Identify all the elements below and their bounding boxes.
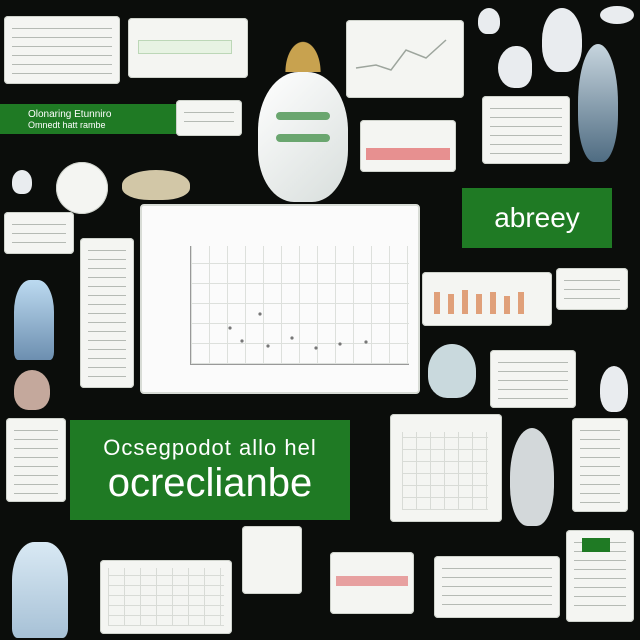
- table-card-bottom-left: [100, 560, 232, 634]
- right-green-banner: abreey: [462, 188, 612, 248]
- text-card-left-col: [80, 238, 134, 388]
- spoon-icon: [12, 170, 32, 194]
- scatter-points: [228, 312, 368, 350]
- ticket-card: [242, 526, 302, 594]
- left-banner-line2: Omnedt hatt rambe: [28, 119, 106, 130]
- orange-bars: [434, 290, 524, 314]
- vase-icon: [258, 72, 348, 202]
- blob-icon: [498, 46, 532, 88]
- small-card-a: [176, 100, 242, 136]
- orange-bar-chart-card: [422, 272, 552, 326]
- figure-icon: [14, 280, 54, 360]
- molar-icon: [542, 8, 582, 72]
- leaf-icon: [122, 170, 190, 200]
- text-card-top-left: [4, 16, 120, 84]
- plant-vase-icon: [248, 12, 358, 202]
- fish-icon: [578, 44, 618, 162]
- goat-icon: [510, 428, 554, 526]
- left-banner-line1: Olonaring Etunniro: [28, 108, 112, 120]
- red-band-card: [360, 120, 456, 172]
- center-banner-line1: Ocsegpodot allo hel: [103, 434, 317, 460]
- ribbon-card: [56, 162, 108, 214]
- card-far-right: [572, 418, 628, 512]
- ball-icon: [600, 6, 634, 24]
- small-green-tag: [582, 538, 610, 552]
- red-band: [366, 148, 450, 160]
- mini-bar: [138, 40, 232, 54]
- main-chart-card: [140, 204, 420, 394]
- text-card-mid-right: [490, 350, 576, 408]
- figurine-icon: [600, 366, 628, 412]
- line-chart-card: [346, 20, 464, 98]
- brush-icon: [14, 370, 50, 410]
- tooth-icon: [478, 8, 500, 34]
- bottle-icon: [12, 542, 68, 638]
- table-grid: [402, 432, 488, 510]
- bottom-table: [108, 568, 224, 626]
- center-green-banner: Ocsegpodot allo hel ocreclianbe: [70, 420, 350, 520]
- grass-icon: [428, 344, 476, 398]
- center-banner-line2: ocreclianbe: [107, 460, 313, 505]
- leaf-spray-icon: [268, 12, 338, 72]
- text-card-left-mid: [4, 212, 74, 254]
- small-card-right-col: [556, 268, 628, 310]
- text-card-right: [482, 96, 570, 164]
- chart-card-top: [128, 18, 248, 78]
- table-card-right: [390, 414, 502, 522]
- text-card-lower-left: [6, 418, 66, 502]
- right-banner-text: abreey: [494, 202, 580, 233]
- red-strip-card: [330, 552, 414, 614]
- line-chart-svg: [355, 39, 447, 71]
- text-lines: [12, 24, 112, 76]
- left-green-banner: Olonaring Etunniro Omnedt hatt rambe: [0, 104, 198, 134]
- text-card-bottom-mid: [434, 556, 560, 618]
- red-strip: [336, 576, 408, 586]
